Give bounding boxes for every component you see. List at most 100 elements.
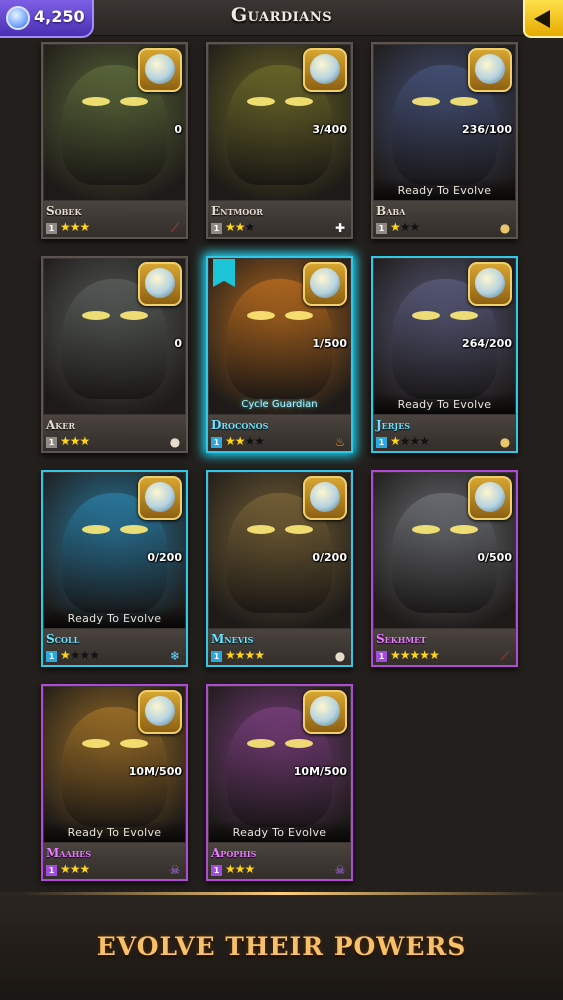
star-rating: ★★★	[390, 220, 420, 234]
star-filled-icon: ★	[225, 434, 236, 448]
star-filled-icon: ★	[429, 648, 440, 662]
level-badge: 1	[46, 437, 57, 448]
star-rating: ★★★	[60, 220, 91, 234]
guardian-name: Entmoor	[211, 204, 263, 218]
star-filled-icon: ★	[409, 648, 421, 662]
card-nameplate: Scoll 1 ★★★★ ❄	[43, 629, 186, 665]
guardian-card-apophis[interactable]: Ready To Evolve 10M/500 Apophis 1 ★★★ ☠	[206, 684, 353, 881]
material-count: 236/100	[462, 123, 512, 136]
material-token-icon	[145, 696, 175, 726]
star-rating: ★★★★	[390, 434, 430, 448]
material-count: 0/200	[312, 551, 347, 564]
cross-icon: ✚	[334, 221, 346, 235]
guardian-name: Droconos	[211, 418, 269, 432]
guardian-card-baba[interactable]: Ready To Evolve 236/100 Baba 1 ★★★ ●	[371, 42, 518, 239]
star-filled-icon: ★	[60, 648, 71, 662]
star-filled-icon: ★	[79, 220, 91, 234]
creature-eyes	[82, 525, 110, 534]
star-rating: ★★★	[60, 862, 90, 876]
star-empty-icon: ★	[69, 648, 81, 662]
guardian-card-jerjes[interactable]: Ready To Evolve 264/200 Jerjes 1 ★★★★ ●	[371, 256, 518, 453]
guardian-name: Mnevis	[211, 632, 254, 646]
star-empty-icon: ★	[419, 434, 430, 448]
star-empty-icon: ★	[89, 648, 100, 662]
level-badge: 1	[211, 437, 222, 448]
creature-eyes	[247, 311, 275, 320]
star-filled-icon: ★	[69, 434, 81, 448]
star-empty-icon: ★	[399, 220, 411, 234]
star-rating: ★★★	[225, 862, 255, 876]
guardian-card-maahes[interactable]: Ready To Evolve 10M/500 Maahes 1 ★★★ ☠	[41, 684, 188, 881]
guardian-card-droconos[interactable]: Cycle Guardian 1/500 Droconos 1 ★★★★ ♨	[206, 256, 353, 453]
star-rating: ★★★★★	[390, 648, 440, 662]
cycle-flag-icon	[213, 259, 235, 287]
material-token-icon	[145, 482, 175, 512]
footer-divider	[20, 892, 543, 895]
card-nameplate: Droconos 1 ★★★★ ♨	[208, 415, 351, 451]
card-nameplate: Sobek 1 ★★★ ⟋	[43, 201, 186, 237]
star-rating: ★★★★	[60, 648, 100, 662]
cycle-guardian-label: Cycle Guardian	[241, 399, 318, 410]
guardian-name: Sobek	[46, 204, 82, 218]
material-count: 10M/500	[293, 765, 347, 778]
star-filled-icon: ★	[234, 220, 246, 234]
level-badge: 1	[46, 865, 57, 876]
card-nameplate: Jerjes 1 ★★★★ ●	[373, 415, 516, 451]
star-rating: ★★★	[225, 220, 255, 234]
evolution-material-icon	[303, 48, 347, 92]
star-rating: ★★★	[60, 434, 91, 448]
material-count: 3/400	[312, 123, 347, 136]
material-token-icon	[475, 54, 505, 84]
ready-to-evolve-label: Ready To Evolve	[44, 606, 185, 628]
evolution-material-icon	[138, 262, 182, 306]
material-token-icon	[310, 54, 340, 84]
card-nameplate: Entmoor 1 ★★★ ✚	[208, 201, 351, 237]
level-badge: 1	[46, 651, 57, 662]
creature-eyes	[247, 525, 275, 534]
material-token-icon	[310, 268, 340, 298]
guardian-card-entmoor[interactable]: 3/400 Entmoor 1 ★★★ ✚	[206, 42, 353, 239]
creature-eyes	[412, 97, 440, 106]
star-filled-icon: ★	[234, 434, 246, 448]
gem-counter[interactable]: 4,250	[0, 0, 94, 38]
star-filled-icon: ★	[60, 220, 71, 234]
star-filled-icon: ★	[225, 220, 236, 234]
creature-eyes	[412, 311, 440, 320]
guardian-card-mnevis[interactable]: 0/200 Mnevis 1 ★★★★ ●	[206, 470, 353, 667]
guardian-card-sekhmet[interactable]: 0/500 Sekhmet 1 ★★★★★ ⟋	[371, 470, 518, 667]
guardian-card-sobek[interactable]: 0 Sobek 1 ★★★ ⟋	[41, 42, 188, 239]
evolution-material-icon	[303, 476, 347, 520]
evolution-material-icon	[138, 48, 182, 92]
star-filled-icon: ★	[225, 862, 236, 876]
back-button[interactable]	[523, 0, 563, 38]
guardian-name: Jerjes	[376, 418, 411, 432]
gem-icon	[6, 6, 30, 30]
star-empty-icon: ★	[254, 434, 265, 448]
level-badge: 1	[376, 651, 387, 662]
star-empty-icon: ★	[244, 434, 256, 448]
guardian-card-scoll[interactable]: Ready To Evolve 0/200 Scoll 1 ★★★★ ❄	[41, 470, 188, 667]
creature-eyes	[247, 97, 275, 106]
star-filled-icon: ★	[79, 434, 91, 448]
gem-count: 4,250	[34, 7, 85, 26]
card-nameplate: Maahes 1 ★★★ ☠	[43, 843, 186, 879]
evolution-material-icon	[138, 476, 182, 520]
ready-to-evolve-label: Ready To Evolve	[374, 178, 515, 200]
star-filled-icon: ★	[390, 220, 401, 234]
material-token-icon	[475, 482, 505, 512]
star-empty-icon: ★	[409, 434, 421, 448]
level-badge: 1	[211, 651, 222, 662]
material-token-icon	[310, 482, 340, 512]
snowflake-icon: ❄	[169, 649, 181, 663]
creature-eyes	[247, 739, 275, 748]
evolution-material-icon	[468, 476, 512, 520]
level-badge: 1	[376, 223, 387, 234]
material-count: 0	[174, 123, 182, 136]
guardian-name: Baba	[376, 204, 406, 218]
star-filled-icon: ★	[225, 648, 236, 662]
material-count: 0/200	[147, 551, 182, 564]
creature-eyes	[412, 525, 440, 534]
star-rating: ★★★★	[225, 648, 265, 662]
material-count: 10M/500	[128, 765, 182, 778]
guardian-card-aker[interactable]: 0 Aker 1 ★★★ ●	[41, 256, 188, 453]
